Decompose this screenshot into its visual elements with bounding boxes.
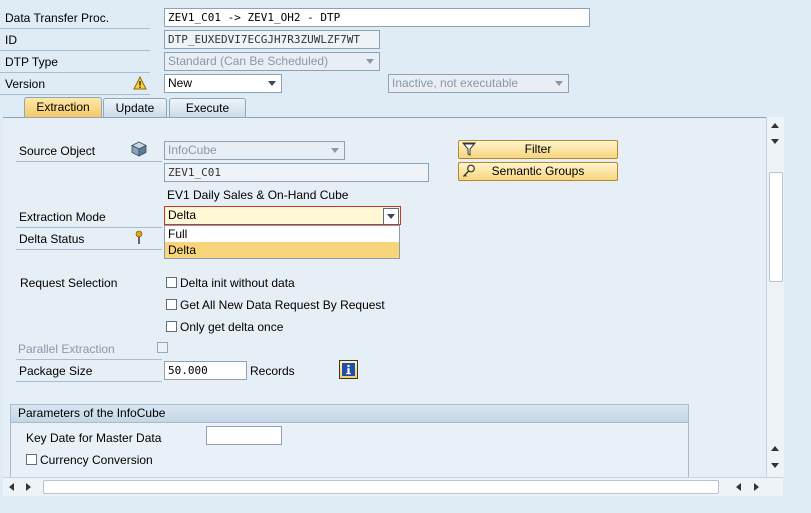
id-field: DTP_EUXEDVI7ECGJH7R3ZUWLZF7WT (164, 30, 380, 49)
get-all-requests-checkbox[interactable] (166, 299, 177, 310)
key-date-label: Key Date for Master Data (26, 431, 162, 445)
source-description: EV1 Daily Sales & On-Hand Cube (167, 188, 349, 202)
source-name-field: ZEV1_C01 (164, 163, 429, 182)
divider (16, 249, 162, 250)
horizontal-scrollbar[interactable] (3, 477, 783, 496)
extraction-mode-label: Extraction Mode (19, 210, 106, 224)
divider (16, 161, 162, 162)
version-label: Version (0, 74, 150, 95)
group-title: Parameters of the InfoCube (11, 405, 688, 423)
tab-execute[interactable]: Execute (169, 98, 246, 117)
records-label: Records (250, 364, 295, 378)
chevron-down-icon (552, 76, 566, 91)
activation-status-dropdown: Inactive, not executable (388, 74, 569, 93)
chevron-down-icon[interactable] (383, 208, 399, 224)
vertical-scrollbar[interactable] (766, 117, 784, 477)
chevron-down-icon (265, 76, 279, 91)
filter-button[interactable]: Filter (458, 140, 618, 159)
id-label: ID (0, 30, 150, 51)
scroll-down-icon[interactable] (771, 463, 779, 468)
scroll-left-icon[interactable] (9, 483, 14, 491)
extraction-mode-options: Full Delta (164, 225, 400, 259)
get-all-requests-label: Get All New Data Request By Request (180, 298, 385, 312)
filter-icon (461, 142, 477, 160)
scroll-up-icon[interactable] (771, 123, 779, 128)
package-size-input[interactable]: 50.000 (164, 361, 247, 380)
parallel-extraction-label: Parallel Extraction (18, 342, 115, 356)
dtp-name-field[interactable]: ZEV1_C01 -> ZEV1_OH2 - DTP (164, 8, 590, 27)
tab-extraction[interactable]: Extraction (24, 97, 102, 117)
only-delta-once-checkbox[interactable] (166, 321, 177, 332)
infocube-icon (131, 141, 147, 157)
parallel-extraction-checkbox (157, 342, 168, 353)
version-dropdown[interactable]: New (164, 74, 282, 93)
chevron-down-icon (363, 54, 377, 69)
extraction-mode-dropdown[interactable]: Delta (164, 206, 401, 225)
only-delta-once-label: Only get delta once (180, 320, 284, 334)
currency-conversion-label: Currency Conversion (40, 453, 153, 467)
info-button[interactable] (339, 360, 358, 379)
tab-update[interactable]: Update (103, 98, 167, 117)
delta-status-label: Delta Status (19, 232, 85, 246)
infocube-parameters-group: Parameters of the InfoCube Key Date for … (10, 404, 689, 478)
info-icon (342, 363, 355, 376)
chevron-down-icon (328, 143, 342, 158)
status-light-icon (135, 230, 143, 244)
request-selection-label: Request Selection (20, 276, 118, 290)
source-object-label: Source Object (19, 144, 96, 158)
delta-init-checkbox[interactable] (166, 277, 177, 288)
package-size-label: Package Size (19, 364, 93, 378)
option-full[interactable]: Full (165, 226, 399, 242)
scroll-up-icon[interactable] (771, 446, 779, 451)
key-date-input[interactable] (206, 426, 282, 445)
semantic-groups-button[interactable]: Semantic Groups (458, 162, 618, 181)
scroll-left-icon[interactable] (736, 483, 741, 491)
scroll-thumb[interactable] (43, 480, 719, 494)
scroll-right-icon[interactable] (26, 483, 31, 491)
semantic-groups-icon (462, 164, 476, 182)
divider (16, 381, 162, 382)
scroll-down-icon[interactable] (771, 139, 779, 144)
dtp-type-label: DTP Type (0, 52, 150, 73)
source-type-dropdown: InfoCube (164, 141, 345, 160)
dtp-label: Data Transfer Proc. (0, 8, 150, 29)
divider (16, 359, 162, 360)
divider (16, 227, 162, 228)
currency-conversion-checkbox[interactable] (26, 454, 37, 465)
dtp-type-dropdown: Standard (Can Be Scheduled) (164, 52, 380, 71)
scroll-right-icon[interactable] (754, 483, 759, 491)
scroll-thumb[interactable] (769, 172, 783, 282)
option-delta[interactable]: Delta (165, 242, 399, 258)
delta-init-label: Delta init without data (180, 276, 295, 290)
warning-triangle-icon (133, 75, 147, 90)
